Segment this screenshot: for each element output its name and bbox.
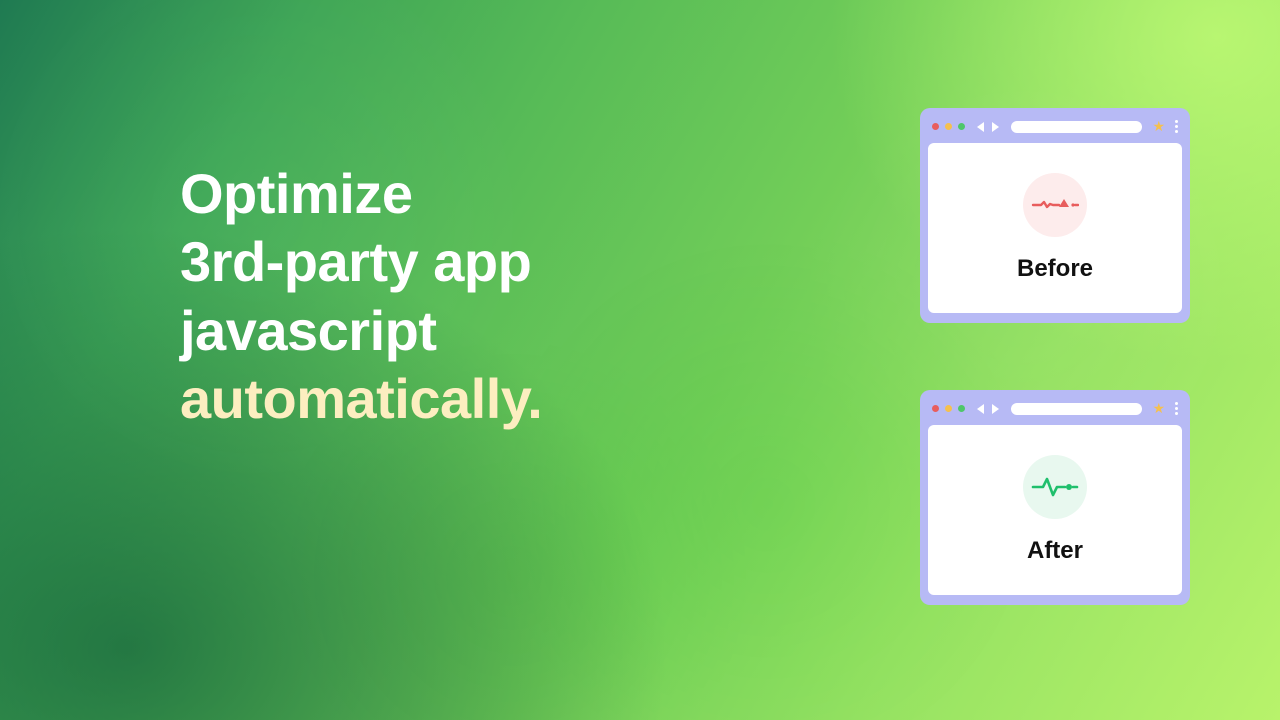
browser-viewport: After — [928, 425, 1182, 595]
headline-line-2: 3rd-party app — [180, 228, 542, 296]
bookmark-star-icon: ★ — [1152, 400, 1165, 417]
url-bar — [1011, 121, 1142, 133]
stable-signal-icon — [1023, 455, 1087, 519]
headline-line-4-accent: automatically. — [180, 365, 542, 433]
nav-forward-icon — [992, 404, 999, 414]
traffic-light-close-icon — [932, 405, 939, 412]
headline-line-1: Optimize — [180, 160, 542, 228]
headline: Optimize 3rd-party app javascript automa… — [180, 160, 542, 433]
nav-back-icon — [977, 122, 984, 132]
before-card: ★ Before — [920, 108, 1190, 323]
traffic-light-close-icon — [932, 123, 939, 130]
headline-line-3: javascript — [180, 297, 542, 365]
traffic-light-zoom-icon — [958, 405, 965, 412]
kebab-menu-icon — [1175, 402, 1178, 415]
traffic-light-minimize-icon — [945, 123, 952, 130]
kebab-menu-icon — [1175, 120, 1178, 133]
browser-viewport: Before — [928, 143, 1182, 313]
promo-canvas: Optimize 3rd-party app javascript automa… — [0, 0, 1280, 720]
browser-titlebar: ★ — [928, 398, 1182, 425]
traffic-light-zoom-icon — [958, 123, 965, 130]
after-label: After — [1027, 537, 1083, 565]
url-bar — [1011, 403, 1142, 415]
nav-forward-icon — [992, 122, 999, 132]
after-card: ★ After — [920, 390, 1190, 605]
before-label: Before — [1017, 255, 1093, 283]
unstable-signal-icon — [1023, 173, 1087, 237]
browser-titlebar: ★ — [928, 116, 1182, 143]
bookmark-star-icon: ★ — [1152, 118, 1165, 135]
traffic-light-minimize-icon — [945, 405, 952, 412]
nav-back-icon — [977, 404, 984, 414]
